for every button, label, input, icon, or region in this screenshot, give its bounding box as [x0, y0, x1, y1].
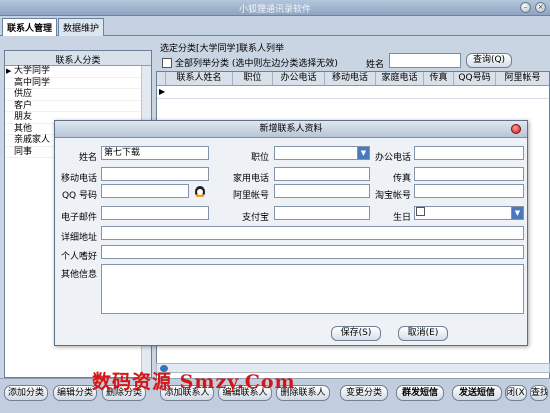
- table-header: 联系人姓名 职位 办公电话 移动电话 家庭电话 传真 QQ号码 阿里帐号: [157, 72, 549, 86]
- change-category-button[interactable]: 变更分类: [340, 385, 388, 401]
- column-header[interactable]: 联系人姓名: [166, 72, 233, 85]
- title-bar: 小狐狸通讯录软件 – ×: [0, 0, 550, 16]
- minimize-button[interactable]: –: [520, 2, 531, 13]
- watermark-text: 数码资源 Smzy.Com: [92, 371, 296, 393]
- other-info-textarea[interactable]: [101, 264, 524, 314]
- tab-bar: 联系人管理 数据维护: [0, 16, 550, 36]
- search-name-label: 姓名: [366, 60, 385, 70]
- category-item[interactable]: 客户: [5, 101, 151, 112]
- row-pointer-icon: ▶: [159, 87, 166, 96]
- add-category-button[interactable]: 添加分类: [4, 385, 48, 401]
- birthday-label: 生日: [392, 213, 411, 223]
- contact-list-label: 选定分类[大学同学]联系人列举: [160, 44, 285, 54]
- name-label: 姓名: [78, 153, 97, 163]
- column-header[interactable]: 传真: [424, 72, 454, 85]
- office-phone-label: 办公电话: [374, 153, 411, 163]
- chevron-down-icon[interactable]: ▼: [357, 147, 369, 159]
- tab-contact-management[interactable]: 联系人管理: [2, 18, 58, 36]
- column-header[interactable]: 阿里帐号: [496, 72, 549, 85]
- category-header: 联系人分类: [5, 51, 151, 66]
- column-header[interactable]: QQ号码: [454, 72, 496, 85]
- name-field[interactable]: 第七下载: [101, 146, 209, 160]
- hobby-label: 个人嗜好: [60, 252, 97, 262]
- category-item[interactable]: 大学同学: [5, 66, 151, 78]
- close-window-button[interactable]: ×: [535, 2, 546, 13]
- email-field[interactable]: [101, 206, 209, 220]
- dialog-close-icon[interactable]: [511, 124, 521, 134]
- ali-account-field[interactable]: [274, 184, 370, 198]
- tab-data-maintenance[interactable]: 数据维护: [58, 18, 105, 36]
- dialog-title: 新增联系人资料: [259, 124, 323, 134]
- mobile-phone-label: 移动电话: [60, 174, 97, 184]
- fax-label: 传真: [392, 174, 411, 184]
- list-all-label: 全部列举分类 (选中则左边分类选择无效): [175, 59, 338, 69]
- taobao-account-label: 淘宝帐号: [374, 191, 411, 201]
- close-button[interactable]: 闭(X): [505, 385, 527, 401]
- qq-field[interactable]: [101, 184, 189, 198]
- birthday-field[interactable]: ▼: [414, 206, 524, 220]
- query-button[interactable]: 查询(Q): [466, 53, 512, 68]
- office-phone-field[interactable]: [414, 146, 524, 160]
- fax-field[interactable]: [414, 167, 524, 181]
- taobao-account-field[interactable]: [414, 184, 524, 198]
- cancel-button[interactable]: 取消(E): [398, 326, 448, 341]
- column-header[interactable]: 移动电话: [325, 72, 376, 85]
- qq-penguin-icon[interactable]: [195, 186, 205, 197]
- category-item[interactable]: 供应: [5, 89, 151, 101]
- send-sms-button[interactable]: 发送短信: [452, 385, 502, 401]
- other-info-label: 其他信息: [60, 270, 97, 280]
- column-header[interactable]: 办公电话: [273, 72, 325, 85]
- address-label: 详细地址: [60, 233, 97, 243]
- mass-sms-button[interactable]: 群发短信: [396, 385, 444, 401]
- ali-account-label: 阿里帐号: [232, 191, 269, 201]
- title-label: 职位: [250, 153, 269, 163]
- hobby-field[interactable]: [101, 245, 524, 259]
- search-name-input[interactable]: [389, 53, 461, 68]
- home-phone-label: 家用电话: [232, 174, 269, 184]
- email-label: 电子邮件: [60, 213, 97, 223]
- row-selector-header: [157, 72, 166, 85]
- column-header[interactable]: 职位: [233, 72, 273, 85]
- mobile-phone-field[interactable]: [101, 167, 209, 181]
- list-all-checkbox[interactable]: [162, 57, 172, 68]
- calendar-dropdown-icon[interactable]: ▼: [511, 207, 523, 219]
- window-title: 小狐狸通讯录软件: [238, 5, 311, 15]
- find-button[interactable]: 查找: [530, 385, 548, 401]
- address-field[interactable]: [101, 226, 524, 240]
- title-dropdown[interactable]: ▼: [274, 146, 370, 160]
- qq-label: QQ 号码: [61, 191, 97, 201]
- alipay-label: 支付宝: [241, 213, 269, 223]
- birthday-checkbox[interactable]: [416, 207, 425, 216]
- save-button[interactable]: 保存(S): [331, 326, 381, 341]
- dialog-title-bar: 新增联系人资料: [55, 121, 527, 138]
- home-phone-field[interactable]: [274, 167, 370, 181]
- alipay-field[interactable]: [274, 206, 370, 220]
- table-row[interactable]: ▶: [157, 86, 549, 99]
- category-item[interactable]: 高中同学: [5, 78, 151, 89]
- column-header[interactable]: 家庭电话: [376, 72, 424, 85]
- new-contact-dialog: 新增联系人资料 姓名 第七下载 职位 ▼ 办公电话 移动电话 家用电话 传真 Q…: [54, 120, 528, 346]
- edit-category-button[interactable]: 编辑分类: [53, 385, 97, 401]
